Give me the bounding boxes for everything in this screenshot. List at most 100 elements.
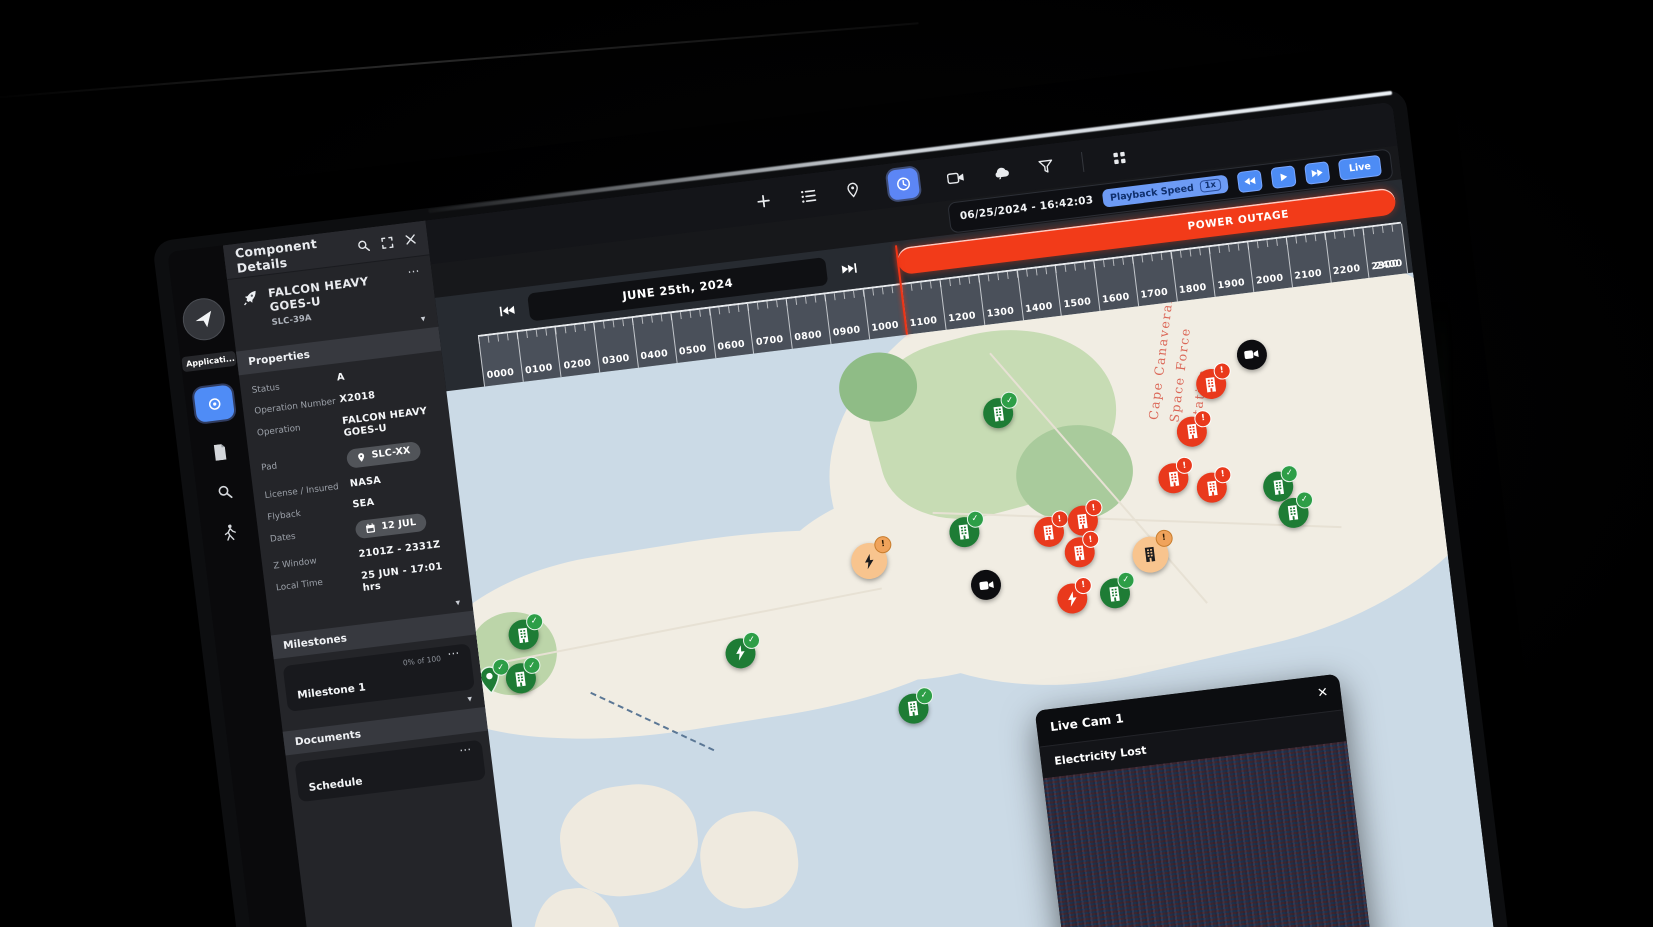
ruler-tick-label: 1800 <box>1178 281 1208 297</box>
ruler-major-tick <box>862 289 870 340</box>
clock-time-button[interactable] <box>886 167 921 201</box>
filter-button[interactable] <box>1038 159 1055 175</box>
laptop-screen: Applicati... Component Details FALCON HE… <box>152 88 1513 927</box>
sidebar-item-documents[interactable] <box>212 443 228 461</box>
building-icon <box>1077 513 1088 530</box>
ruler-major-tick <box>1054 266 1063 316</box>
ruler-tick-label: 1400 <box>1024 300 1054 316</box>
ruler-major-tick <box>978 275 986 326</box>
ruler-major-tick <box>1247 242 1255 293</box>
property-label: Dates <box>269 531 297 545</box>
property-chip[interactable]: SLC-XX <box>345 441 422 469</box>
grid-layout-button[interactable] <box>1111 149 1128 166</box>
building-icon <box>1205 376 1217 392</box>
property-label: Pad <box>260 461 278 474</box>
search-icon[interactable] <box>356 238 370 252</box>
ruler-tick-label: 0700 <box>755 333 785 349</box>
ruler-major-tick <box>1093 261 1101 312</box>
building-icon <box>1187 424 1198 440</box>
building-icon <box>1288 505 1299 521</box>
building-marker[interactable]: ✓ <box>896 685 934 725</box>
video-camera-button[interactable] <box>946 170 964 185</box>
playback-datetime: 06/25/2024 - 16:42:03 <box>959 194 1094 223</box>
rewind-button[interactable] <box>1236 168 1263 193</box>
app-logo[interactable] <box>180 295 228 343</box>
video-camera-icon <box>1244 350 1259 360</box>
expand-icon[interactable] <box>380 235 394 249</box>
video-camera-icon <box>979 580 994 590</box>
ruler-major-tick <box>554 327 562 378</box>
milestone-menu-icon[interactable]: ⋯ <box>447 645 462 660</box>
ruler-tick-label: 1500 <box>1063 296 1092 311</box>
ruler-tick-label: 1300 <box>986 305 1015 320</box>
ruler-tick-label: 2000 <box>1255 272 1285 287</box>
building-icon <box>518 627 529 643</box>
person-walking-icon <box>224 524 236 541</box>
app-window: Applicati... Component Details FALCON HE… <box>167 101 1497 927</box>
map-island <box>695 806 804 914</box>
ruler-tick-label: 2200 <box>1332 262 1362 278</box>
ruler-major-tick <box>939 280 947 330</box>
building-icon <box>907 700 919 717</box>
ruler-major-tick <box>1131 256 1139 307</box>
sidebar-item-search[interactable] <box>216 483 234 501</box>
app-active-icon <box>208 397 220 410</box>
ruler-tick-label: 0800 <box>793 329 823 344</box>
ruler-tick-label: 2400 <box>1374 257 1404 273</box>
building-icon <box>515 671 527 687</box>
fast-forward-button[interactable] <box>1304 160 1331 185</box>
ruler-major-tick <box>1324 232 1332 283</box>
property-chip[interactable]: 12 JUL <box>354 512 428 540</box>
ruler-major-tick <box>1208 247 1216 297</box>
close-icon[interactable]: ✕ <box>1316 685 1329 701</box>
milestone-progress: 0% of 100 <box>402 653 442 668</box>
add-button[interactable] <box>755 192 773 210</box>
ruler-tick-label: 1600 <box>1101 291 1131 306</box>
ruler-tick-label: 1200 <box>947 310 977 325</box>
skip-to-start-button[interactable] <box>494 298 521 323</box>
ruler-tick-label: 0200 <box>563 357 592 372</box>
skip-to-end-button[interactable] <box>835 256 862 281</box>
live-cam-title: Live Cam 1 <box>1049 710 1125 734</box>
ruler-tick-label: 0600 <box>716 338 746 353</box>
entity-menu-icon[interactable]: ⋯ <box>407 264 422 279</box>
ruler-tick-label: 1100 <box>909 314 938 330</box>
ruler-major-tick <box>670 313 678 363</box>
building-icon <box>1074 545 1085 561</box>
playback-speed-label: Playback Speed <box>1109 182 1195 204</box>
building-icon <box>993 406 1004 422</box>
toolbar-divider <box>1080 151 1085 172</box>
search-icon <box>218 485 233 499</box>
close-icon[interactable] <box>404 233 417 246</box>
live-cam-panel: Live Cam 1 ✕ Electricity Lost <box>1035 673 1376 927</box>
ruler-tick-label: 1700 <box>1139 286 1169 301</box>
ruler-major-tick <box>631 317 639 368</box>
ruler-major-tick <box>1016 270 1024 321</box>
building-icon <box>1145 546 1156 563</box>
ruler-tick-label: 0400 <box>639 347 669 363</box>
document-menu-icon[interactable]: ⋯ <box>458 741 473 756</box>
lightning-bolt-icon <box>865 553 874 569</box>
ruler-major-tick <box>1362 228 1370 278</box>
map-island <box>554 777 704 904</box>
document-name: Schedule <box>307 775 364 794</box>
location-pin-icon <box>358 452 365 462</box>
app-rail-label: Applicati... <box>181 350 237 373</box>
live-button[interactable]: Live <box>1337 154 1383 181</box>
ruler-major-tick <box>1285 237 1293 288</box>
rocket-icon <box>244 290 256 306</box>
sidebar-item-personnel[interactable] <box>222 523 238 542</box>
building-icon <box>1206 480 1218 496</box>
sidebar-item-active[interactable] <box>193 384 236 423</box>
list-button[interactable] <box>799 187 818 204</box>
ruler-major-tick <box>593 322 601 373</box>
location-pin-button[interactable] <box>845 181 861 199</box>
laptop-lid-edge <box>0 22 919 100</box>
ruler-major-tick <box>824 294 832 345</box>
ruler-tick-label: 0500 <box>678 343 708 358</box>
weather-cloud-button[interactable] <box>992 164 1010 180</box>
ruler-major-tick <box>708 308 716 359</box>
play-button[interactable] <box>1270 164 1297 189</box>
screen-bezel: Applicati... Component Details FALCON HE… <box>152 88 1513 927</box>
playback-speed-value: 1x <box>1199 178 1222 193</box>
